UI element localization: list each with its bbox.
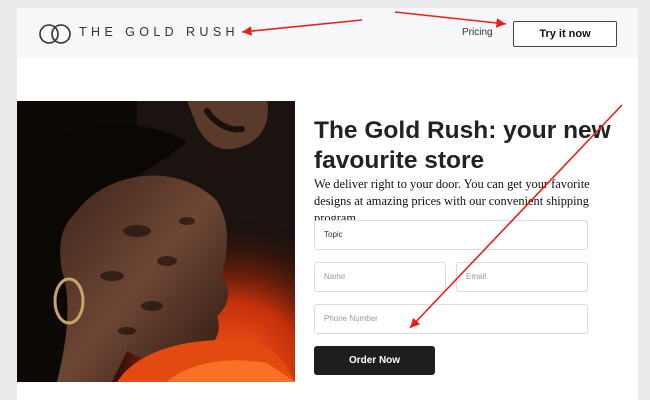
name-field[interactable]: Name	[314, 262, 446, 292]
order-now-button[interactable]: Order Now	[314, 346, 435, 375]
site-header: THE GOLD RUSH Pricing Try it now	[17, 8, 638, 58]
hero-image	[17, 101, 295, 382]
nav-pricing-link[interactable]: Pricing	[462, 27, 493, 38]
phone-number-field[interactable]: Phone Number	[314, 304, 588, 334]
topic-field[interactable]: Topic	[314, 220, 588, 250]
hero-title: The Gold Rush: your new favourite store	[314, 117, 611, 174]
try-it-now-button[interactable]: Try it now	[513, 21, 617, 47]
logo-rings-icon	[39, 24, 71, 44]
page: THE GOLD RUSH Pricing Try it now The Gol…	[17, 8, 638, 400]
brand-name: THE GOLD RUSH	[79, 25, 239, 39]
email-field[interactable]: Email	[456, 262, 588, 292]
